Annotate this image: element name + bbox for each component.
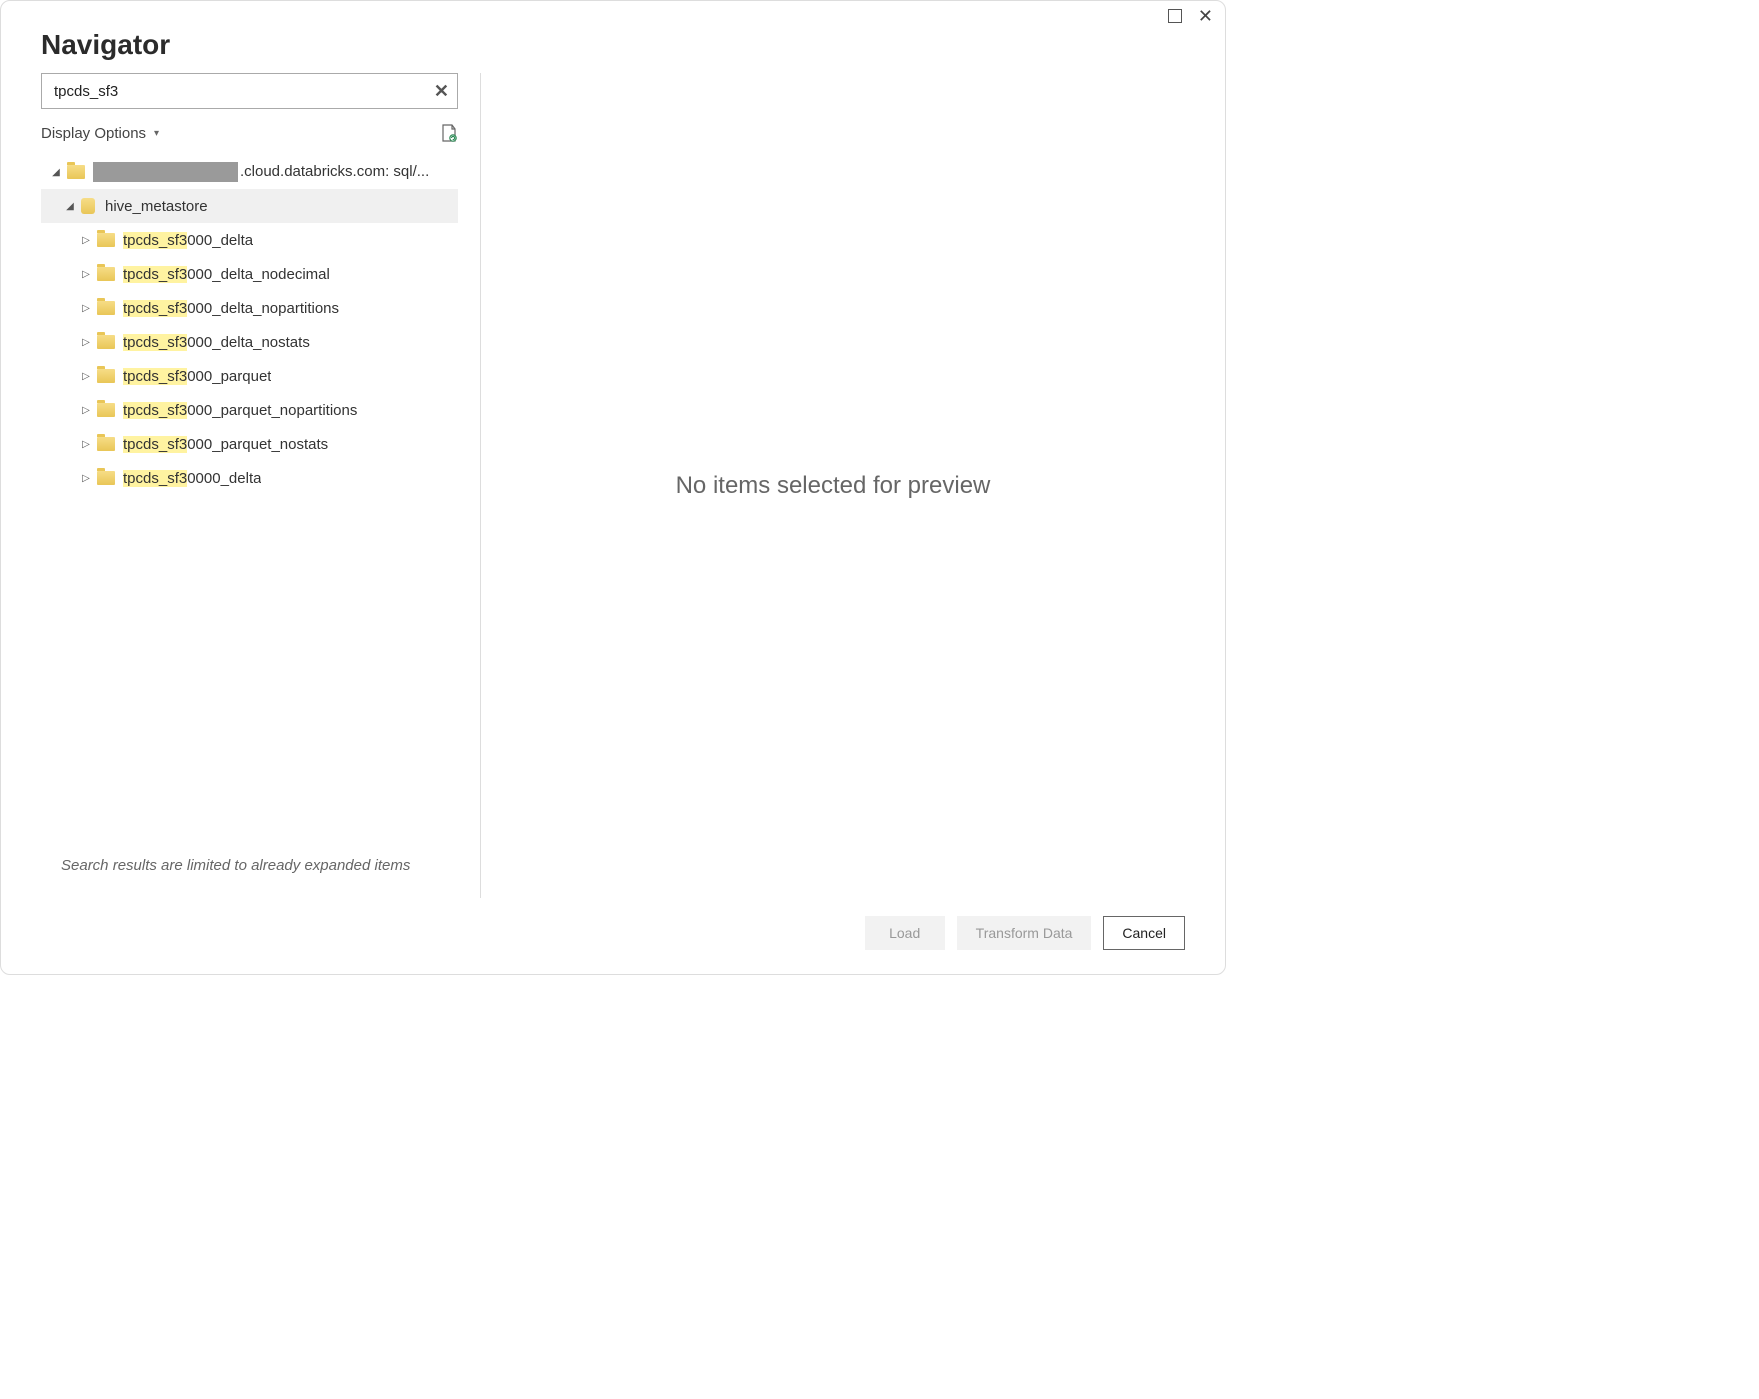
search-highlight: tpcds_sf3 bbox=[123, 334, 187, 351]
expander-collapse-icon[interactable]: ◢ bbox=[49, 167, 63, 178]
tree-item-label: tpcds_sf3000_delta_nodecimal bbox=[123, 266, 330, 283]
tree-item[interactable]: ▷ tpcds_sf3000_delta bbox=[41, 223, 458, 257]
options-row: Display Options ▾ bbox=[41, 117, 458, 149]
tree-item[interactable]: ▷ tpcds_sf3000_delta_nodecimal bbox=[41, 257, 458, 291]
dialog-title: Navigator bbox=[41, 29, 1185, 61]
tree-item-label: tpcds_sf30000_delta bbox=[123, 470, 261, 487]
tree-item-label: tpcds_sf3000_delta_nostats bbox=[123, 334, 310, 351]
tree-item-label: tpcds_sf3000_parquet_nostats bbox=[123, 436, 328, 453]
metastore-label: hive_metastore bbox=[105, 198, 208, 215]
dialog-body: ✕ Display Options ▾ bbox=[1, 73, 1225, 898]
load-button[interactable]: Load bbox=[865, 916, 945, 950]
tree-item-label: tpcds_sf3000_delta bbox=[123, 232, 253, 249]
tree-item-label: tpcds_sf3000_parquet_nopartitions bbox=[123, 402, 357, 419]
tree-item[interactable]: ▷ tpcds_sf3000_delta_nopartitions bbox=[41, 291, 458, 325]
clear-search-icon[interactable]: ✕ bbox=[434, 81, 449, 102]
search-highlight: tpcds_sf3 bbox=[123, 232, 187, 249]
tree-item[interactable]: ▷ tpcds_sf3000_parquet bbox=[41, 359, 458, 393]
folder-icon bbox=[67, 165, 85, 179]
expander-expand-icon[interactable]: ▷ bbox=[79, 269, 93, 280]
expander-expand-icon[interactable]: ▷ bbox=[79, 337, 93, 348]
chevron-down-icon: ▾ bbox=[154, 128, 159, 139]
tree-item-label: tpcds_sf3000_parquet bbox=[123, 368, 271, 385]
folder-icon bbox=[97, 403, 115, 417]
folder-icon bbox=[97, 369, 115, 383]
root-suffix: .cloud.databricks.com: sql/... bbox=[240, 163, 429, 180]
search-highlight: tpcds_sf3 bbox=[123, 368, 187, 385]
search-highlight: tpcds_sf3 bbox=[123, 300, 187, 317]
tree-item-rest: 000_delta bbox=[187, 232, 253, 249]
close-icon[interactable]: ✕ bbox=[1198, 9, 1213, 23]
expander-collapse-icon[interactable]: ◢ bbox=[63, 201, 77, 212]
tree-item-rest: 000_delta_nodecimal bbox=[187, 266, 330, 283]
left-pane: ✕ Display Options ▾ bbox=[41, 73, 481, 898]
tree-item-rest: 000_parquet_nostats bbox=[187, 436, 328, 453]
tree-item[interactable]: ▷ tpcds_sf3000_parquet_nopartitions bbox=[41, 393, 458, 427]
search-input[interactable] bbox=[52, 82, 434, 101]
tree-item-label: tpcds_sf3000_delta_nopartitions bbox=[123, 300, 339, 317]
folder-icon bbox=[97, 471, 115, 485]
redacted-hostname bbox=[93, 162, 238, 182]
folder-icon bbox=[97, 437, 115, 451]
search-note: Search results are limited to already ex… bbox=[41, 857, 458, 878]
tree-node-metastore[interactable]: ◢ hive_metastore bbox=[41, 189, 458, 223]
window-controls: ✕ bbox=[1168, 9, 1213, 23]
tree-item-rest: 000_delta_nostats bbox=[187, 334, 310, 351]
tree-root-label: .cloud.databricks.com: sql/... bbox=[93, 162, 429, 182]
transform-data-button[interactable]: Transform Data bbox=[957, 916, 1092, 950]
expander-expand-icon[interactable]: ▷ bbox=[79, 303, 93, 314]
search-highlight: tpcds_sf3 bbox=[123, 436, 187, 453]
expander-expand-icon[interactable]: ▷ bbox=[79, 371, 93, 382]
search-field[interactable]: ✕ bbox=[41, 73, 458, 109]
tree-item[interactable]: ▷ tpcds_sf3000_delta_nostats bbox=[41, 325, 458, 359]
display-options-label: Display Options bbox=[41, 125, 146, 142]
folder-icon bbox=[97, 335, 115, 349]
folder-icon bbox=[97, 301, 115, 315]
tree-root-connection[interactable]: ◢ .cloud.databricks.com: sql/... bbox=[41, 155, 458, 189]
tree-item-rest: 000_parquet bbox=[187, 368, 271, 385]
search-highlight: tpcds_sf3 bbox=[123, 266, 187, 283]
folder-icon bbox=[97, 233, 115, 247]
database-icon bbox=[81, 198, 95, 214]
maximize-icon[interactable] bbox=[1168, 9, 1182, 23]
expander-expand-icon[interactable]: ▷ bbox=[79, 473, 93, 484]
refresh-preview-icon[interactable] bbox=[440, 123, 458, 143]
preview-pane: No items selected for preview bbox=[481, 73, 1185, 898]
expander-expand-icon[interactable]: ▷ bbox=[79, 235, 93, 246]
preview-empty-message: No items selected for preview bbox=[676, 472, 991, 500]
tree-item-rest: 000_delta_nopartitions bbox=[187, 300, 339, 317]
display-options-dropdown[interactable]: Display Options ▾ bbox=[41, 125, 159, 142]
tree-item-rest: 0000_delta bbox=[187, 470, 261, 487]
dialog-footer: Load Transform Data Cancel bbox=[1, 898, 1225, 974]
tree-item[interactable]: ▷ tpcds_sf3000_parquet_nostats bbox=[41, 427, 458, 461]
nav-tree[interactable]: ◢ .cloud.databricks.com: sql/... ◢ hive_… bbox=[41, 155, 458, 857]
expander-expand-icon[interactable]: ▷ bbox=[79, 439, 93, 450]
search-highlight: tpcds_sf3 bbox=[123, 402, 187, 419]
navigator-dialog: ✕ Navigator ✕ Display Options ▾ bbox=[0, 0, 1226, 975]
tree-item-rest: 000_parquet_nopartitions bbox=[187, 402, 357, 419]
tree-item[interactable]: ▷ tpcds_sf30000_delta bbox=[41, 461, 458, 495]
dialog-header: Navigator bbox=[1, 1, 1225, 73]
cancel-button[interactable]: Cancel bbox=[1103, 916, 1185, 950]
folder-icon bbox=[97, 267, 115, 281]
search-highlight: tpcds_sf3 bbox=[123, 470, 187, 487]
expander-expand-icon[interactable]: ▷ bbox=[79, 405, 93, 416]
